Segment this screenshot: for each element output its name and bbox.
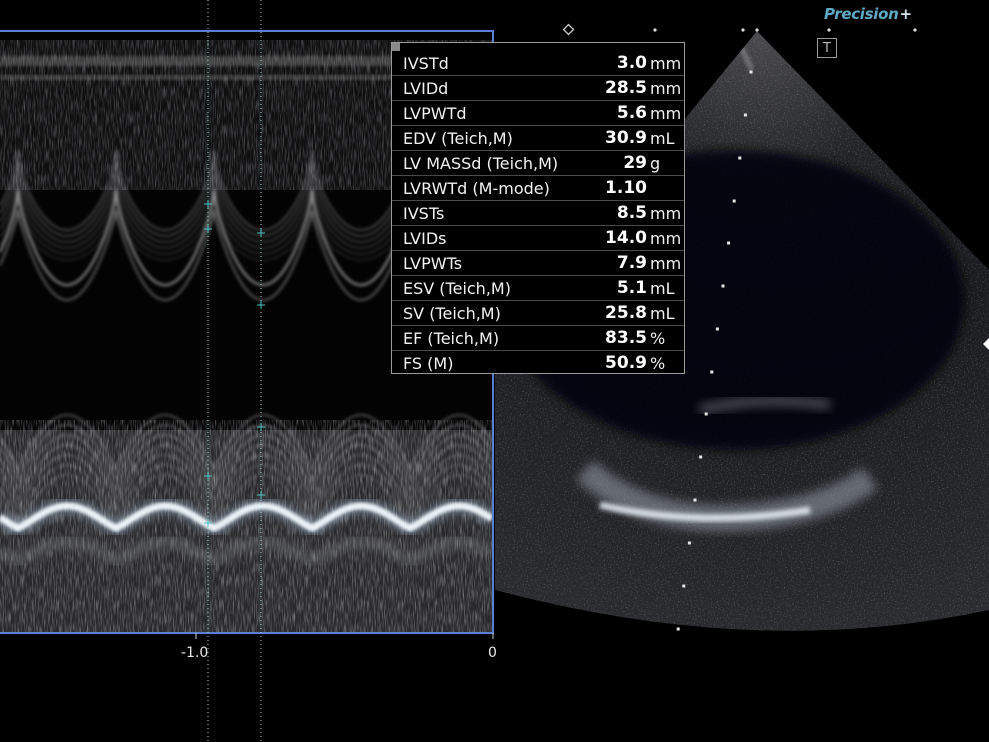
- measurement-label: FS (M): [403, 354, 454, 373]
- depth-marker: [676, 627, 680, 631]
- measurement-row[interactable]: LV MASSd (Teich,M) 29 g: [392, 151, 684, 176]
- measurement-value: 5.1: [616, 278, 647, 298]
- measurement-row[interactable]: IVSTd 3.0 mm: [392, 51, 684, 76]
- brand-suffix: +: [899, 5, 913, 23]
- measurement-value: 1.10: [605, 178, 647, 198]
- measurement-unit: mm: [650, 204, 682, 223]
- measurement-label: LVPWTd: [403, 104, 467, 123]
- depth-marker: [710, 370, 714, 374]
- measurement-label: EDV (Teich,M): [403, 129, 513, 148]
- measurement-label: LV MASSd (Teich,M): [403, 154, 559, 173]
- measurement-row[interactable]: EF (Teich,M) 83.5%: [392, 326, 684, 351]
- measurement-row[interactable]: LVPWTd 5.6 mm: [392, 101, 684, 126]
- measurement-unit: mm: [650, 254, 682, 273]
- measurement-value: 14.0: [605, 228, 647, 248]
- depth-marker: [699, 455, 703, 459]
- measurement-unit: mL: [650, 304, 675, 323]
- time-axis-tick-label: 0: [488, 645, 497, 661]
- time-axis-tick-label: -1.0: [181, 645, 209, 661]
- measurement-label: IVSTs: [403, 204, 445, 223]
- measurement-unit: mm: [650, 79, 682, 98]
- depth-marker: [704, 412, 708, 416]
- measurement-row[interactable]: FS (M) 50.9%: [392, 351, 684, 376]
- measurement-unit: g: [650, 154, 661, 173]
- measurement-row[interactable]: LVIDd 28.5 mm: [392, 76, 684, 101]
- measurement-label: EF (Teich,M): [403, 329, 500, 348]
- depth-marker: [715, 327, 719, 331]
- depth-marker: [682, 584, 686, 588]
- measurement-unit: mL: [650, 279, 675, 298]
- measurement-row[interactable]: ESV (Teich,M) 5.1 mL: [392, 276, 684, 301]
- measurement-label: ESV (Teich,M): [403, 279, 511, 298]
- depth-marker: [738, 156, 742, 160]
- measurement-unit: mm: [650, 54, 682, 73]
- measurement-unit: %: [650, 354, 666, 373]
- measurement-label: SV (Teich,M): [403, 304, 501, 323]
- orientation-marker-icon: [562, 23, 575, 36]
- text-tool-icon[interactable]: T: [817, 38, 837, 58]
- depth-marker: [721, 284, 725, 288]
- ultrasound-viewer: -1.0 0 Precision+ T IVSTd 3.0 mm LVIDd 28.5 m…: [0, 0, 989, 742]
- measurement-value: 8.5: [616, 203, 647, 223]
- measurement-value: 25.8: [605, 303, 647, 323]
- brand-name: Precision: [824, 5, 899, 23]
- depth-marker: [743, 113, 747, 117]
- measurement-row[interactable]: LVPWTs 7.9 mm: [392, 251, 684, 276]
- measurement-row[interactable]: EDV (Teich,M) 30.9 mL: [392, 126, 684, 151]
- measurement-value: 83.5: [605, 328, 647, 348]
- measurement-unit: mm: [650, 104, 682, 123]
- measurement-row[interactable]: LVRWTd (M-mode) 1.10: [392, 176, 684, 201]
- measurement-label: IVSTd: [403, 54, 449, 73]
- measurement-value: 7.9: [616, 253, 647, 273]
- measurement-row[interactable]: SV (Teich,M) 25.8 mL: [392, 301, 684, 326]
- measurement-row[interactable]: LVIDs 14.0 mm: [392, 226, 684, 251]
- measurement-row[interactable]: IVSTs 8.5 mm: [392, 201, 684, 226]
- depth-marker: [749, 70, 753, 74]
- depth-marker: [732, 199, 736, 203]
- measurement-value: 28.5: [605, 78, 647, 98]
- measurement-unit: mm: [650, 229, 682, 248]
- orientation-markers: [562, 23, 917, 36]
- measurement-label: LVIDd: [403, 79, 449, 98]
- depth-marker: [727, 241, 731, 245]
- measurement-value: 5.6: [616, 103, 647, 123]
- measurement-label: LVRWTd (M-mode): [403, 179, 550, 198]
- measurement-label: LVPWTs: [403, 254, 463, 273]
- measurement-unit: %: [650, 329, 666, 348]
- measurement-value: 30.9: [605, 128, 647, 148]
- measurement-label: LVIDs: [403, 229, 447, 248]
- measurement-value: 50.9: [605, 353, 647, 373]
- measurement-panel[interactable]: IVSTd 3.0 mm LVIDd 28.5 mm LVPWTd 5.6 mm EDV (Tei…: [391, 42, 685, 374]
- depth-marker: [693, 498, 697, 502]
- panel-drag-handle[interactable]: [392, 43, 400, 51]
- precision-logo: Precision+: [824, 5, 912, 23]
- measurement-unit: mL: [650, 129, 675, 148]
- measurement-value: 3.0: [616, 53, 647, 73]
- measurement-value: 29: [623, 153, 647, 173]
- depth-marker: [687, 541, 691, 545]
